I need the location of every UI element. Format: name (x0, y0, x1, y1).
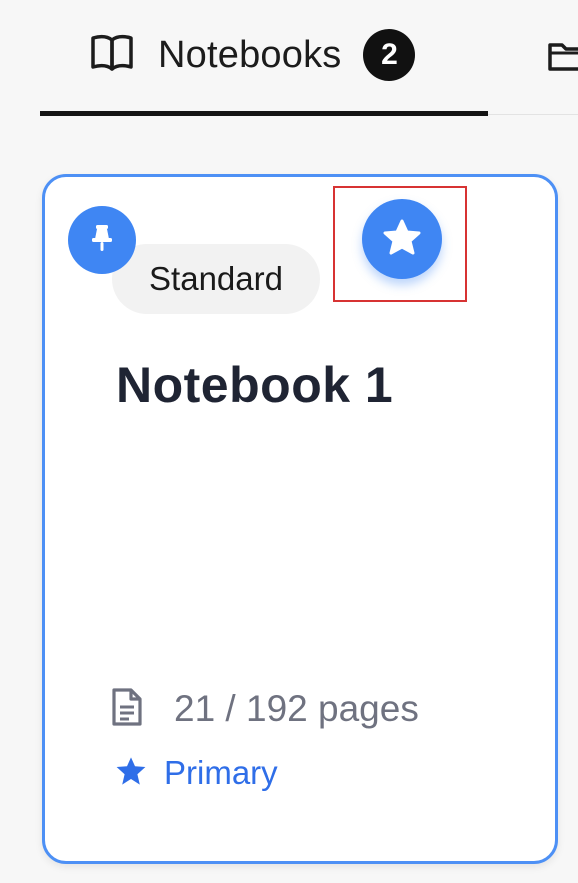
folder-icon (547, 43, 578, 78)
tab-divider (488, 114, 578, 115)
document-icon (110, 686, 144, 733)
status-label-text: Primary (164, 754, 278, 791)
tab-folders[interactable] (547, 38, 578, 79)
notebook-title: Notebook 1 (116, 357, 394, 413)
notebook-type-label: Standard (149, 260, 283, 297)
star-icon (114, 755, 148, 792)
notebook-count-badge: 2 (363, 29, 416, 81)
book-open-icon (90, 33, 134, 78)
active-tab-indicator (40, 111, 488, 116)
page-count: 21 / 192 pages (110, 686, 419, 732)
page-count-text: 21 / 192 pages (174, 688, 419, 729)
tab-bar: Notebooks 2 (0, 0, 578, 118)
pin-icon (89, 223, 115, 258)
favorite-button-highlight (333, 186, 467, 302)
status-label: Primary (114, 753, 278, 793)
tab-notebooks-label: Notebooks (158, 33, 342, 76)
pin-button[interactable] (68, 206, 136, 274)
tab-notebooks[interactable]: Notebooks 2 (90, 28, 416, 82)
notebook-type-chip: Standard (112, 244, 320, 314)
